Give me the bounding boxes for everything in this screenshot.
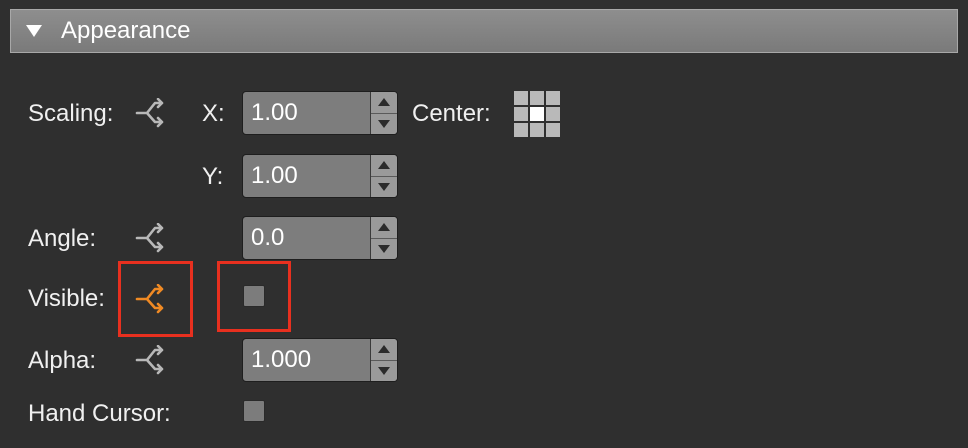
scaling-y-increment-button[interactable] [371, 155, 397, 177]
arrow-down-icon [378, 119, 390, 128]
scaling-x-stepper[interactable]: 1.00 [242, 91, 398, 135]
center-anchor-grid[interactable] [514, 91, 560, 137]
alpha-decrement-button[interactable] [371, 361, 397, 382]
arrow-down-icon [378, 182, 390, 191]
visible-link-highlight [118, 261, 193, 337]
arrow-down-icon [378, 366, 390, 375]
scaling-y-stepper[interactable]: 1.00 [242, 154, 398, 198]
collapse-triangle-icon[interactable] [26, 25, 42, 37]
anchor-middle-left[interactable] [514, 107, 528, 121]
anchor-bottom-center[interactable] [530, 123, 544, 137]
scaling-link-icon[interactable] [134, 98, 168, 128]
angle-link-icon[interactable] [134, 223, 168, 253]
scaling-x-value[interactable]: 1.00 [243, 92, 370, 134]
alpha-link-icon[interactable] [134, 345, 168, 375]
anchor-bottom-right[interactable] [546, 123, 560, 137]
angle-stepper[interactable]: 0.0 [242, 216, 398, 260]
center-label: Center: [412, 100, 491, 127]
alpha-stepper[interactable]: 1.000 [242, 338, 398, 382]
arrow-up-icon [378, 161, 390, 170]
arrow-up-icon [378, 98, 390, 107]
alpha-value[interactable]: 1.000 [243, 339, 370, 381]
angle-increment-button[interactable] [371, 217, 397, 239]
scaling-y-decrement-button[interactable] [371, 177, 397, 198]
anchor-top-left[interactable] [514, 91, 528, 105]
visible-checkbox-highlight [217, 261, 291, 332]
alpha-increment-button[interactable] [371, 339, 397, 361]
angle-decrement-button[interactable] [371, 239, 397, 260]
alpha-label: Alpha: [28, 347, 97, 374]
hand-cursor-checkbox[interactable] [243, 400, 265, 422]
anchor-top-right[interactable] [546, 91, 560, 105]
angle-value[interactable]: 0.0 [243, 217, 370, 259]
section-title: Appearance [61, 17, 191, 44]
arrow-up-icon [378, 223, 390, 232]
anchor-middle-right[interactable] [546, 107, 560, 121]
arrow-down-icon [378, 244, 390, 253]
scaling-y-label: Y: [202, 163, 224, 190]
arrow-up-icon [378, 345, 390, 354]
anchor-bottom-left[interactable] [514, 123, 528, 137]
scaling-x-increment-button[interactable] [371, 92, 397, 114]
hand-cursor-label: Hand Cursor: [28, 400, 171, 427]
angle-label: Angle: [28, 225, 97, 252]
scaling-y-value[interactable]: 1.00 [243, 155, 370, 197]
scaling-x-decrement-button[interactable] [371, 114, 397, 135]
scaling-x-label: X: [202, 100, 225, 127]
scaling-label: Scaling: [28, 100, 114, 127]
anchor-top-center[interactable] [530, 91, 544, 105]
visible-label: Visible: [28, 285, 105, 312]
anchor-center[interactable] [530, 107, 544, 121]
appearance-section-header[interactable]: Appearance [10, 9, 958, 53]
